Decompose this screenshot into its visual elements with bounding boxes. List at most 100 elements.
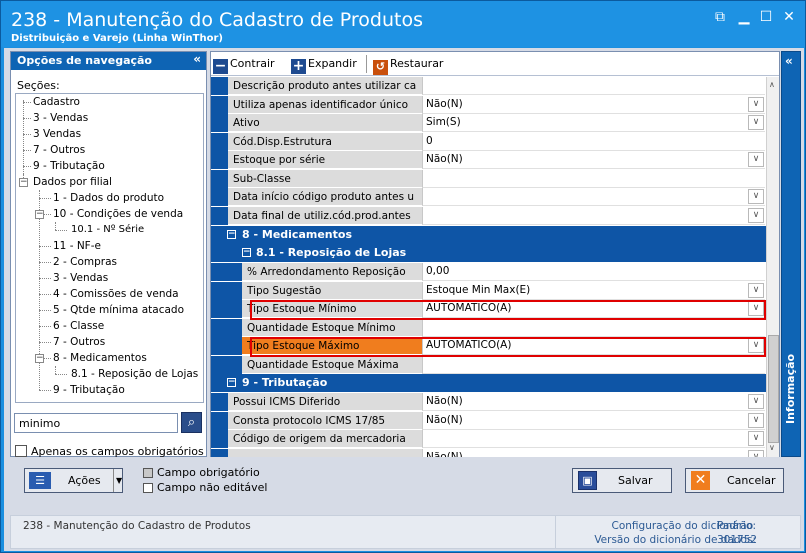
property-row[interactable]: Data início código produto antes u ∨ (211, 188, 766, 206)
property-row[interactable]: Possui ICMS Diferido Não(N) ∨ (211, 393, 766, 411)
dropdown-arrow-icon[interactable]: ∨ (748, 394, 764, 409)
collapse-node-icon[interactable]: − (35, 210, 44, 219)
property-value[interactable] (422, 355, 765, 374)
close-icon[interactable]: ✕ (781, 9, 797, 25)
property-value[interactable]: 0 (422, 132, 765, 151)
property-value[interactable] (422, 77, 765, 95)
property-grid: Descrição produto antes utilizar ca Utili… (211, 77, 779, 457)
subcategory-header[interactable]: − 8.1 - Reposição de Lojas (211, 244, 766, 262)
property-value[interactable] (422, 318, 765, 337)
maximize-icon[interactable]: ☐ (758, 9, 774, 25)
property-value[interactable]: ∨ (422, 188, 765, 206)
dropdown-arrow-icon[interactable]: ∨ (748, 152, 764, 167)
collapse-nav-icon[interactable]: « (193, 52, 201, 66)
property-row[interactable]: Quantidade Estoque Máxima (211, 355, 766, 374)
tree-item[interactable]: 7 - Outros (33, 142, 85, 158)
tree-item[interactable]: 4 - Comissões de venda (53, 286, 179, 302)
scrollbar-thumb[interactable] (768, 335, 779, 443)
dropdown-arrow-icon[interactable]: ∨ (748, 431, 764, 446)
property-row[interactable]: Consta protocolo ICMS 17/85 Não(N) ∨ (211, 411, 766, 430)
tree-item[interactable]: 9 - Tributação (33, 158, 105, 174)
save-button[interactable]: ▣ Salvar (572, 468, 672, 493)
tree-item[interactable]: 3 - Vendas (53, 270, 108, 286)
tree-item[interactable]: Cadastro (33, 94, 80, 110)
collapse-node-icon[interactable]: − (35, 354, 44, 363)
dict-config-value: Padrão (717, 520, 754, 532)
property-row[interactable]: Utiliza apenas identificador único Não(N)… (211, 95, 766, 114)
collapse-subcategory-icon[interactable]: − (242, 248, 251, 257)
property-value[interactable]: ∨ (422, 206, 765, 225)
collapse-category-icon[interactable]: − (227, 378, 236, 387)
property-value[interactable] (422, 169, 765, 188)
tree-item[interactable]: 2 - Compras (53, 254, 117, 270)
property-row[interactable]: Descrição produto antes utilizar ca (211, 77, 766, 95)
tree-item[interactable]: 8 - Medicamentos (53, 350, 147, 366)
dropdown-arrow-icon[interactable]: ∨ (748, 282, 764, 298)
property-row[interactable]: Não(N) ∨ (211, 448, 766, 457)
collapse-node-icon[interactable]: − (19, 178, 28, 187)
property-label: Ativo (228, 114, 422, 132)
property-value-text: Não(N) (426, 413, 463, 426)
property-row[interactable]: Estoque por série Não(N) ∨ (211, 151, 766, 169)
actions-button[interactable]: ☰ Ações ▼ (24, 468, 123, 493)
search-input[interactable]: minimo (14, 413, 178, 433)
tree-item[interactable]: 5 - Qtde mínima atacado (53, 302, 184, 318)
property-value[interactable]: ∨ (422, 430, 765, 448)
property-value[interactable]: Estoque Min Max(E) ∨ (422, 281, 765, 300)
property-row[interactable]: Ativo Sim(S) ∨ (211, 114, 766, 132)
collapse-button[interactable]: − Contrair (213, 56, 275, 74)
dropdown-arrow-icon[interactable]: ∨ (748, 207, 764, 223)
category-header[interactable]: − 8 - Medicamentos (211, 226, 766, 244)
tree-item[interactable]: 1 - Dados do produto (53, 190, 164, 206)
tree-item[interactable]: 9 - Tributação (53, 382, 125, 398)
property-value[interactable]: Não(N) ∨ (422, 393, 765, 411)
subcategory-label: 8.1 - Reposição de Lojas (256, 246, 407, 259)
property-row[interactable]: Código de origem da mercadoria ∨ (211, 430, 766, 448)
tree-item[interactable]: 11 - NF-e (53, 238, 101, 254)
dropdown-arrow-icon[interactable]: ▼ (116, 469, 122, 492)
property-value[interactable]: 0,00 (422, 263, 765, 281)
category-header[interactable]: − 9 - Tributação (211, 374, 766, 392)
property-row[interactable]: Sub-Classe (211, 169, 766, 188)
tree-item[interactable]: 10.1 - Nº Série (71, 222, 144, 238)
tree-item[interactable]: 7 - Outros (53, 334, 105, 350)
property-value[interactable]: Não(N) ∨ (422, 95, 765, 114)
tree-item[interactable]: 3 Vendas (33, 126, 81, 142)
minimize-icon[interactable]: ▁ (736, 9, 752, 25)
search-icon[interactable]: ⌕ (181, 412, 202, 433)
property-row[interactable]: Cód.Disp.Estrutura 0 (211, 132, 766, 151)
collapse-category-icon[interactable]: − (227, 230, 236, 239)
property-row[interactable]: Quantidade Estoque Mínimo (211, 318, 766, 337)
dropdown-arrow-icon[interactable]: ∨ (748, 449, 764, 457)
tree-item[interactable]: 6 - Classe (53, 318, 104, 334)
restore-window-icon[interactable]: ⧉ (712, 9, 728, 25)
property-value[interactable]: Não(N) ∨ (422, 151, 765, 169)
info-rail[interactable]: « Informação (781, 51, 801, 457)
expand-info-icon[interactable]: « (785, 54, 793, 68)
tree-item[interactable]: 8.1 - Reposição de Lojas (71, 366, 198, 382)
property-value[interactable]: Não(N) ∨ (422, 448, 765, 457)
property-row[interactable]: Tipo Sugestão Estoque Min Max(E) ∨ (211, 281, 766, 300)
property-row[interactable]: % Arredondamento Reposição 0,00 (211, 263, 766, 281)
scroll-up-icon[interactable]: ∧ (769, 80, 775, 89)
dropdown-arrow-icon[interactable]: ∨ (748, 115, 764, 130)
window-subtitle: Distribuição e Varejo (Linha WinThor) (11, 33, 223, 44)
property-value[interactable]: Não(N) ∨ (422, 411, 765, 430)
dropdown-arrow-icon[interactable]: ∨ (748, 412, 764, 428)
scroll-down-icon[interactable]: ∨ (769, 443, 775, 452)
property-value[interactable]: Sim(S) ∨ (422, 114, 765, 132)
cancel-button[interactable]: ✕ Cancelar (685, 468, 784, 493)
navigation-header: Opções de navegação « (11, 52, 206, 70)
tree-item[interactable]: Dados por filial (33, 174, 112, 190)
dropdown-arrow-icon[interactable]: ∨ (748, 96, 764, 112)
expand-button[interactable]: + Expandir (291, 56, 357, 74)
restore-button[interactable]: ↺ Restaurar (373, 56, 443, 75)
property-row[interactable]: Data final de utiliz.cód.prod.antes ∨ (211, 206, 766, 225)
collapse-label: Contrair (230, 57, 275, 70)
tree-item[interactable]: 3 - Vendas (33, 110, 88, 126)
tree-item[interactable]: 10 - Condições de venda (53, 206, 183, 222)
vertical-scrollbar[interactable]: ∧ ∨ (766, 77, 779, 457)
title-bar: 238 - Manutenção do Cadastro de Produtos… (1, 1, 805, 47)
dropdown-arrow-icon[interactable]: ∨ (748, 189, 764, 204)
required-only-checkbox[interactable] (15, 445, 27, 457)
